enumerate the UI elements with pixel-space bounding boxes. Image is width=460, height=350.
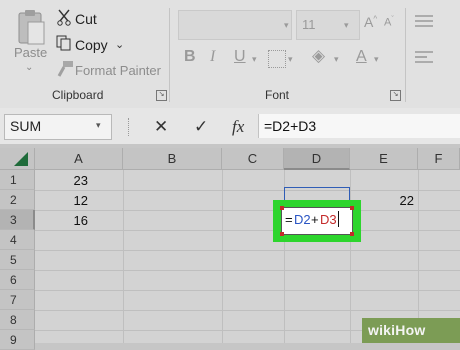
underline-dropdown-icon[interactable]: ▾ <box>252 54 257 65</box>
gridline <box>35 310 460 311</box>
cell-e2[interactable]: 22 <box>374 193 414 208</box>
gridline <box>35 210 460 211</box>
font-color-icon[interactable]: A <box>356 48 367 66</box>
formula-ref-d2: D2 <box>294 212 311 227</box>
format-painter-button[interactable] <box>56 60 74 82</box>
scissors-icon <box>57 9 71 26</box>
font-color-dropdown-icon[interactable]: ▾ <box>374 54 379 65</box>
gridline <box>123 170 124 343</box>
gridline <box>222 170 223 343</box>
column-header-d[interactable]: D <box>284 148 350 170</box>
column-header-b[interactable]: B <box>123 148 222 170</box>
name-box-value: SUM <box>10 118 42 134</box>
row-header-3[interactable]: 3 <box>0 210 35 230</box>
row-header-8[interactable]: 8 <box>0 310 35 330</box>
row-header-5[interactable]: 5 <box>0 250 35 270</box>
select-all-corner[interactable] <box>0 148 35 170</box>
copy-icon <box>56 35 71 51</box>
name-box-dropdown-icon[interactable]: ▾ <box>96 120 101 131</box>
gridline <box>35 230 460 231</box>
gridline <box>35 270 460 271</box>
formula-ref-d3: D3 <box>320 212 337 227</box>
row-header-1[interactable]: 1 <box>0 170 35 190</box>
top-align-icon[interactable] <box>414 14 434 30</box>
clipboard-group-title: Clipboard <box>52 88 104 102</box>
cancel-icon[interactable]: ✕ <box>154 117 168 137</box>
formula-input-value: =D2+D3 <box>264 118 317 134</box>
column-header-e[interactable]: E <box>350 148 418 170</box>
font-size-caret-icon: ▾ <box>344 20 349 30</box>
formula-operator: + <box>311 212 319 227</box>
font-name-caret-icon: ▾ <box>284 20 289 30</box>
fill-color-icon[interactable]: ◈ <box>312 46 325 66</box>
column-header-a[interactable]: A <box>35 148 123 170</box>
formula-bar-splitter[interactable] <box>128 118 131 136</box>
font-size-value: 11 <box>302 17 316 32</box>
paste-dropdown-icon[interactable]: ⌄ <box>25 62 33 73</box>
gridline <box>350 170 351 343</box>
paintbrush-icon <box>57 61 73 77</box>
gridline <box>35 250 460 251</box>
borders-icon[interactable] <box>268 50 286 68</box>
row-header-2[interactable]: 2 <box>0 190 35 210</box>
font-group-title: Font <box>265 88 290 102</box>
range-handle[interactable] <box>280 232 284 236</box>
cell-a3[interactable]: 16 <box>48 213 88 228</box>
row-header-9[interactable]: 9 <box>0 330 35 350</box>
paste-label: Paste <box>14 45 48 60</box>
font-name-dropdown[interactable] <box>178 10 292 40</box>
align-left-icon[interactable] <box>414 50 434 66</box>
column-header-f[interactable]: F <box>418 148 460 170</box>
copy-button[interactable] <box>56 34 72 56</box>
borders-dropdown-icon[interactable]: ▾ <box>288 54 293 65</box>
cell-a1[interactable]: 23 <box>48 173 88 188</box>
formula-equals: = <box>285 212 293 227</box>
wikihow-watermark: wikiHow <box>368 322 426 338</box>
enter-checkmark-icon[interactable]: ✓ <box>194 117 208 137</box>
font-dialog-launcher-icon[interactable]: ↘ <box>390 90 401 101</box>
format-painter-label[interactable]: Format Painter <box>75 63 161 78</box>
clipboard-dialog-launcher-icon[interactable]: ↘ <box>156 90 167 101</box>
copy-label[interactable]: Copy <box>75 37 108 53</box>
underline-icon[interactable]: U <box>234 48 246 66</box>
row-header-6[interactable]: 6 <box>0 270 35 290</box>
cell-a2[interactable]: 12 <box>48 193 88 208</box>
cut-button[interactable] <box>56 8 72 30</box>
range-handle[interactable] <box>350 206 354 210</box>
gridline <box>35 290 460 291</box>
range-handle[interactable] <box>280 206 284 210</box>
row-header-4[interactable]: 4 <box>0 230 35 250</box>
row-header-7[interactable]: 7 <box>0 290 35 310</box>
clipboard-icon <box>18 10 45 45</box>
decrease-font-size-icon[interactable]: Aˇ <box>384 16 394 29</box>
insert-function-icon[interactable]: fx <box>232 117 244 137</box>
italic-icon[interactable]: I <box>210 48 215 66</box>
select-all-triangle-icon <box>14 152 28 166</box>
bold-icon[interactable]: B <box>184 48 196 66</box>
fill-color-dropdown-icon[interactable]: ▾ <box>334 54 339 65</box>
column-header-c[interactable]: C <box>222 148 284 170</box>
increase-font-size-icon[interactable]: A^ <box>364 14 377 30</box>
text-cursor <box>338 211 339 227</box>
cut-label[interactable]: Cut <box>75 11 97 27</box>
range-handle[interactable] <box>350 232 354 236</box>
copy-dropdown-icon[interactable]: ⌄ <box>115 38 124 51</box>
gridline <box>35 190 460 191</box>
